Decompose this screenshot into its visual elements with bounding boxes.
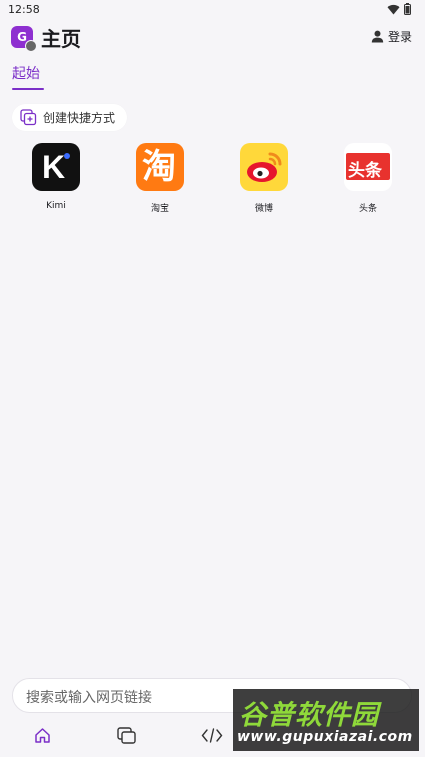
watermark: 谷普软件园 www.gupuxiazai.com bbox=[233, 689, 419, 751]
page-title: 主页 bbox=[41, 27, 81, 51]
app-logo[interactable]: G bbox=[11, 26, 37, 52]
taobao-icon: 淘 bbox=[136, 143, 184, 191]
shortcut-grid: K Kimi 淘 淘宝 微博 头条 头条 bbox=[0, 143, 425, 223]
logo-badge-icon bbox=[25, 40, 37, 52]
tab-start[interactable]: 起始 bbox=[12, 63, 44, 88]
wifi-icon bbox=[387, 4, 400, 15]
home-button[interactable] bbox=[29, 722, 55, 748]
header: G 主页 登录 bbox=[0, 22, 425, 52]
shortcut-label: 微博 bbox=[254, 204, 273, 214]
user-icon bbox=[371, 30, 384, 43]
shortcut-label: 淘宝 bbox=[150, 204, 169, 214]
tab-bar: 起始 bbox=[12, 63, 44, 90]
weibo-logo-icon bbox=[247, 152, 282, 182]
weibo-icon bbox=[240, 143, 288, 191]
login-label: 登录 bbox=[387, 30, 412, 44]
shortcut-taobao[interactable]: 淘 淘宝 bbox=[125, 143, 195, 214]
toutiao-icon: 头条 bbox=[344, 143, 392, 191]
home-icon bbox=[34, 727, 50, 743]
toutiao-icon-text: 头条 bbox=[348, 161, 382, 181]
status-time: 12:58 bbox=[8, 3, 40, 16]
battery-icon bbox=[404, 3, 411, 15]
create-shortcut-label: 创建快捷方式 bbox=[43, 111, 116, 125]
tab-indicator bbox=[12, 88, 44, 90]
toutiao-icon-block: 头条 bbox=[346, 153, 390, 181]
create-shortcut-button[interactable]: 创建快捷方式 bbox=[12, 104, 128, 131]
shortcut-label: 头条 bbox=[358, 204, 377, 214]
login-button[interactable]: 登录 bbox=[371, 28, 412, 45]
shortcut-weibo[interactable]: 微博 bbox=[229, 143, 299, 214]
shortcut-toutiao[interactable]: 头条 头条 bbox=[333, 143, 403, 214]
kimi-dot bbox=[64, 153, 70, 159]
search-placeholder: 搜索或输入网页链接 bbox=[26, 690, 152, 706]
kimi-icon: K bbox=[32, 143, 80, 191]
tabs-button[interactable] bbox=[114, 722, 140, 748]
shortcut-kimi[interactable]: K Kimi bbox=[21, 143, 91, 211]
code-button[interactable] bbox=[199, 722, 225, 748]
code-icon bbox=[201, 727, 223, 743]
watermark-url: www.gupuxiazai.com bbox=[237, 729, 413, 745]
status-icons bbox=[387, 3, 411, 15]
add-shortcut-icon bbox=[20, 109, 37, 126]
shortcut-label: Kimi bbox=[46, 201, 66, 211]
watermark-title: 谷普软件园 bbox=[239, 700, 379, 731]
kimi-icon-letter: K bbox=[42, 149, 66, 185]
taobao-icon-char: 淘 bbox=[142, 147, 176, 187]
status-bar: 12:58 bbox=[0, 0, 425, 20]
tabs-icon bbox=[117, 726, 136, 744]
